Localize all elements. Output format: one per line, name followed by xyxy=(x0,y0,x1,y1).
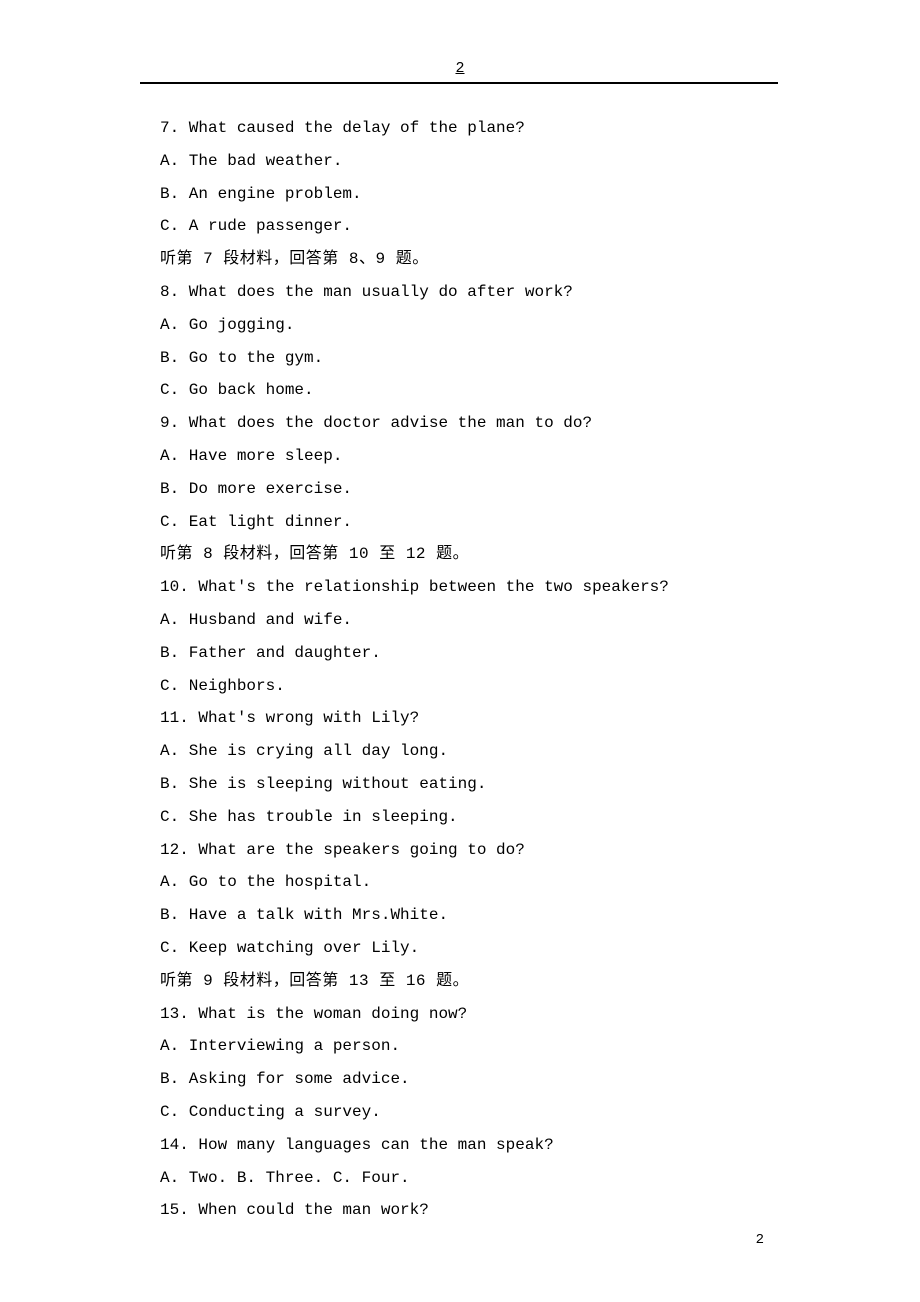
text-line: B. Have a talk with Mrs.White. xyxy=(160,899,760,932)
text-line: A. Have more sleep. xyxy=(160,440,760,473)
text-line: A. She is crying all day long. xyxy=(160,735,760,768)
text-line: 10. What's the relationship between the … xyxy=(160,571,760,604)
text-line: C. Go back home. xyxy=(160,374,760,407)
header: 2 xyxy=(0,0,920,90)
page: 2 7. What caused the delay of the plane?… xyxy=(0,0,920,1302)
text-line: C. A rude passenger. xyxy=(160,210,760,243)
header-rule xyxy=(140,82,778,84)
page-number-top: 2 xyxy=(455,60,464,77)
text-line: 14. How many languages can the man speak… xyxy=(160,1129,760,1162)
text-line: 11. What's wrong with Lily? xyxy=(160,702,760,735)
text-line: C. Eat light dinner. xyxy=(160,506,760,539)
text-line: A. Two. B. Three. C. Four. xyxy=(160,1162,760,1195)
text-line: A. Interviewing a person. xyxy=(160,1030,760,1063)
text-line: C. Conducting a survey. xyxy=(160,1096,760,1129)
text-line: 听第 9 段材料，回答第 13 至 16 题。 xyxy=(160,965,760,998)
text-line: B. An engine problem. xyxy=(160,178,760,211)
text-line: C. Keep watching over Lily. xyxy=(160,932,760,965)
text-line: B. Go to the gym. xyxy=(160,342,760,375)
text-line: B. She is sleeping without eating. xyxy=(160,768,760,801)
text-line: A. Go to the hospital. xyxy=(160,866,760,899)
text-line: 13. What is the woman doing now? xyxy=(160,998,760,1031)
text-line: B. Father and daughter. xyxy=(160,637,760,670)
text-line: B. Do more exercise. xyxy=(160,473,760,506)
text-line: 12. What are the speakers going to do? xyxy=(160,834,760,867)
text-line: A. The bad weather. xyxy=(160,145,760,178)
text-line: B. Asking for some advice. xyxy=(160,1063,760,1096)
text-line: 听第 8 段材料，回答第 10 至 12 题。 xyxy=(160,538,760,571)
content-body: 7. What caused the delay of the plane?A.… xyxy=(0,90,920,1227)
page-number-bottom: 2 xyxy=(756,1232,764,1248)
text-line: A. Go jogging. xyxy=(160,309,760,342)
text-line: 9. What does the doctor advise the man t… xyxy=(160,407,760,440)
text-line: C. She has trouble in sleeping. xyxy=(160,801,760,834)
text-line: 15. When could the man work? xyxy=(160,1194,760,1227)
text-line: 听第 7 段材料，回答第 8、9 题。 xyxy=(160,243,760,276)
text-line: 7. What caused the delay of the plane? xyxy=(160,112,760,145)
text-line: 8. What does the man usually do after wo… xyxy=(160,276,760,309)
text-line: A. Husband and wife. xyxy=(160,604,760,637)
text-line: C. Neighbors. xyxy=(160,670,760,703)
